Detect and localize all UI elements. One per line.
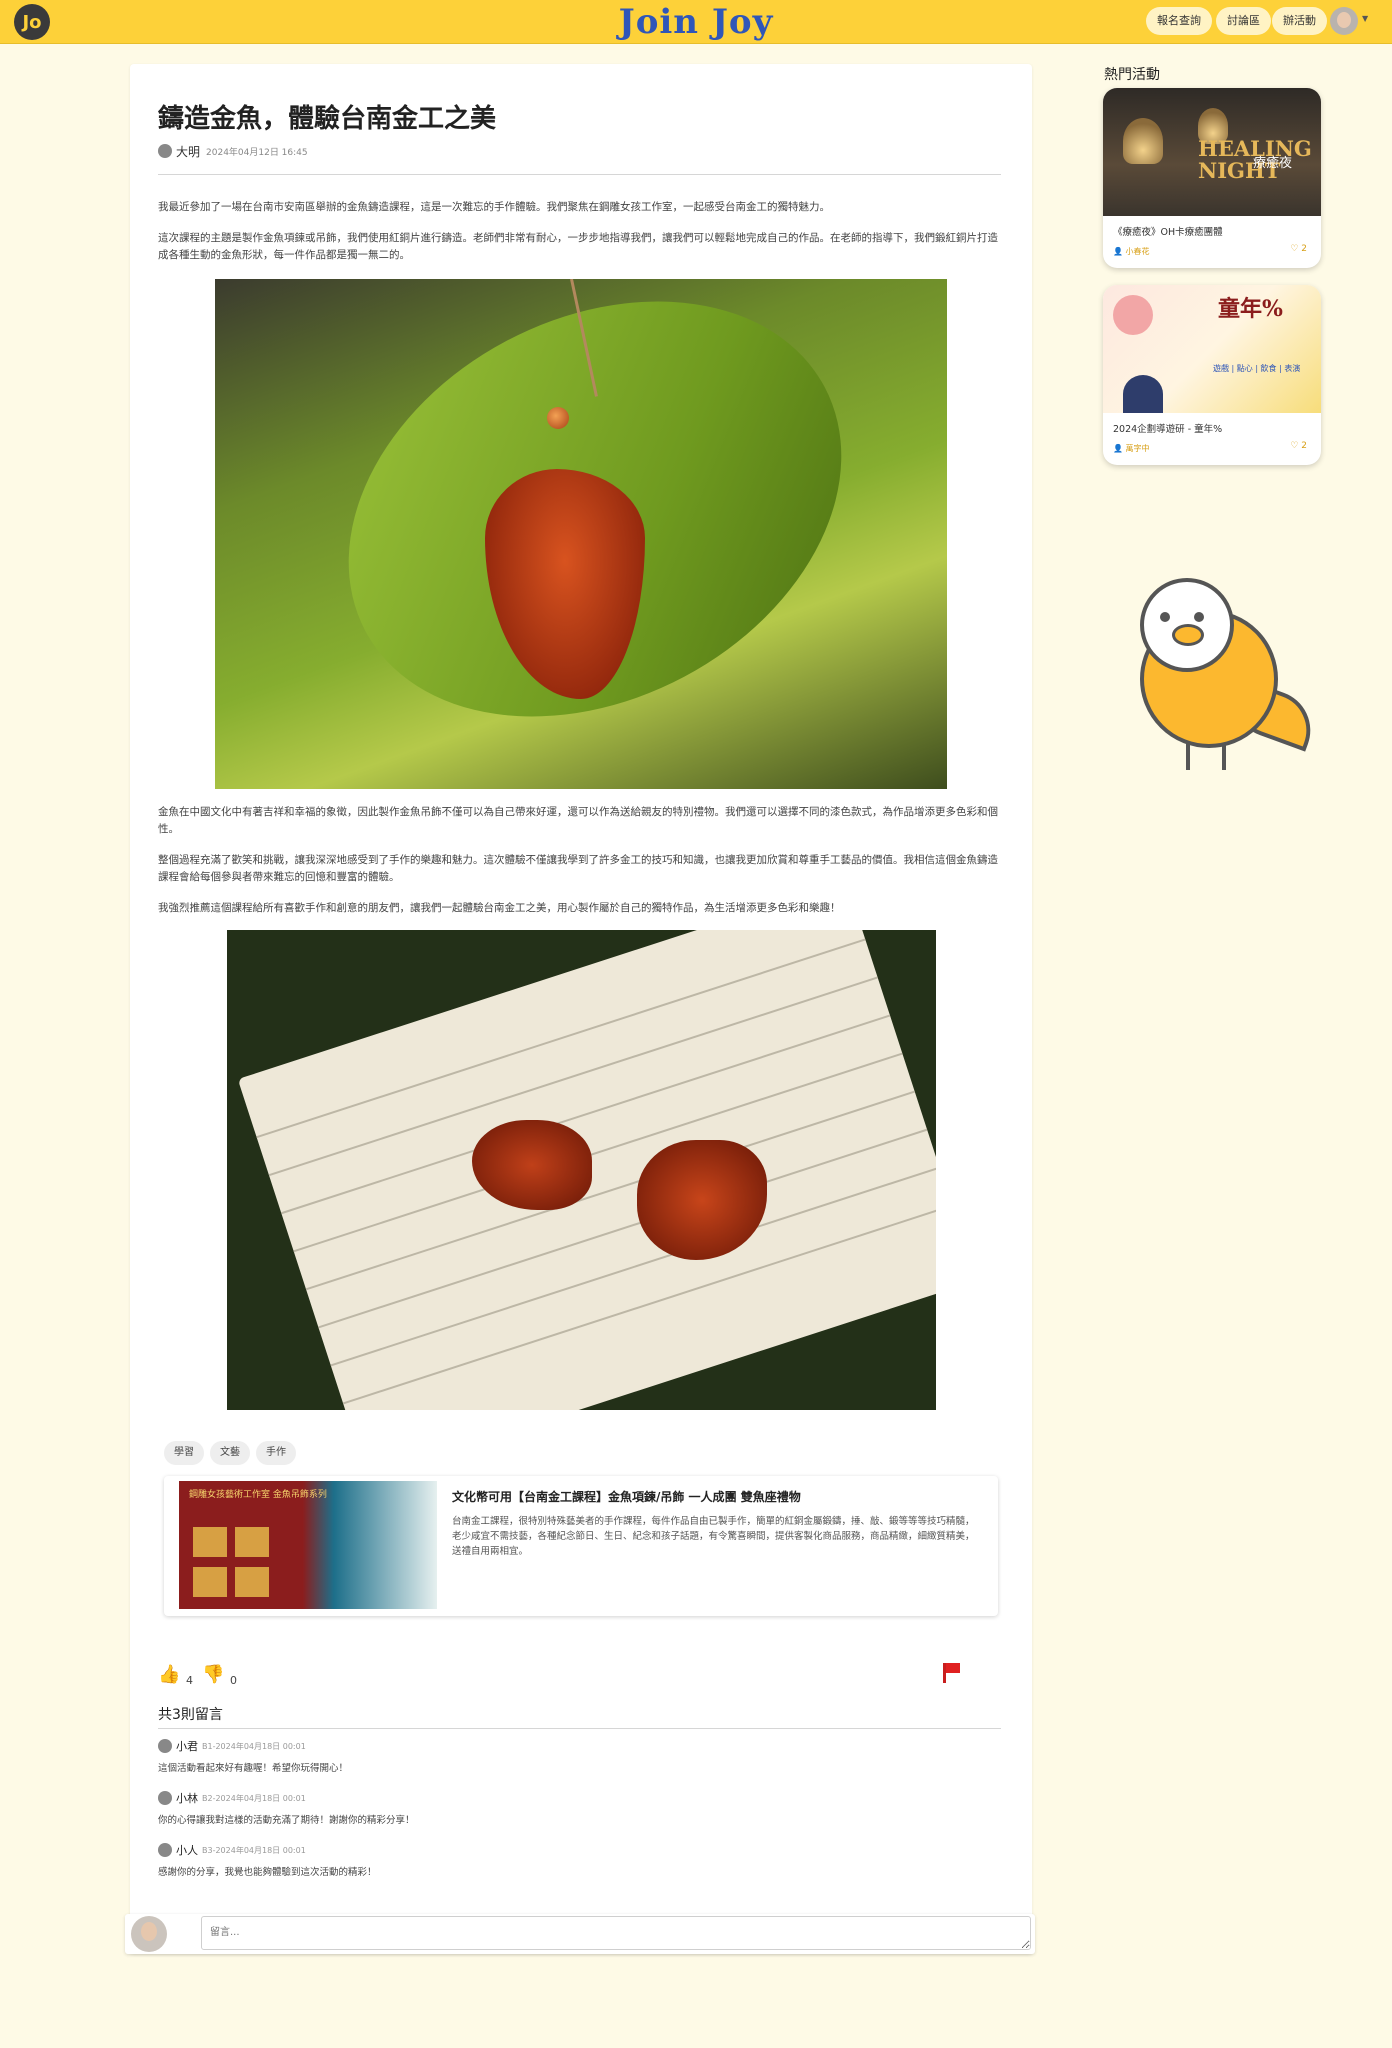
comment-text: 感謝你的分享，我覺也能夠體驗到這次活動的精彩！ [158,1867,377,1878]
comments-heading: 共3則留言 [158,1707,223,1723]
comment-header: 小人 B3-2024年04月18日 00:01 [158,1842,306,1858]
divider [158,1728,1001,1729]
report-flag-icon[interactable] [943,1663,960,1683]
heart-icon[interactable]: ♡ 2 [1290,244,1307,254]
heart-icon[interactable]: ♡ 2 [1290,441,1307,451]
event-banner: 童年% 遊戲 | 點心 | 飲食 | 表演 [1103,285,1321,413]
article-card: 鑄造金魚，體驗台南金工之美 大明 2024年04月12日 16:45 我最近參加… [130,64,1032,1954]
like-count: 4 [186,1674,193,1687]
comment-header: 小君 B1-2024年04月18日 00:01 [158,1738,306,1754]
comment-meta: B2-2024年04月18日 00:01 [202,1793,306,1803]
commenter-avatar[interactable] [158,1843,172,1857]
author-row: 大明 2024年04月12日 16:45 [158,142,308,160]
event-card[interactable]: 童年% 遊戲 | 點心 | 飲食 | 表演 2024企劃導遊研 - 童年% 👤 … [1103,285,1321,465]
top-navbar: Jo Join Joy 報名查詢 討論區 辦活動 ▼ [0,0,1392,44]
event-banner: HEALING NIGHT 療癒夜 [1103,88,1321,216]
comment-text: 你的心得讓我對這樣的活動充滿了期待！謝謝你的精彩分享！ [158,1815,415,1826]
goldfish-book-photo [227,930,936,1410]
article-title: 鑄造金魚，體驗台南金工之美 [158,104,497,134]
divider [158,174,1001,175]
paragraph: 我強烈推薦這個課程給所有喜歡手作和創意的朋友們，讓我們一起體驗台南金工之美，用心… [158,902,841,914]
post-date: 2024年04月12日 16:45 [206,147,308,158]
link-preview-card[interactable]: 鋼雕女孩藝術工作室 金魚吊飾系列 文化幣可用【台南金工課程】金魚項鍊/吊飾 一人… [164,1476,998,1616]
comment-text: 這個活動看起來好有趣喔！希望你玩得開心！ [158,1763,349,1774]
paragraph: 我最近參加了一場在台南市安南區舉辦的金魚鑄造課程，這是一次難忘的手作體驗。我們聚… [158,201,830,213]
paragraph: 這次課程的主題是製作金魚項鍊或吊飾，我們使用紅銅片進行鑄造。老師們非常有耐心，一… [158,232,998,261]
comment-meta: B3-2024年04月18日 00:01 [202,1845,306,1855]
nav-registration-lookup[interactable]: 報名查詢 [1146,7,1212,35]
dislike-count: 0 [230,1674,237,1687]
link-description: 台南金工課程，很特別特殊藝美者的手作課程，每件作品自由已製手作，簡單的紅銅金屬鍛… [452,1516,975,1557]
commenter-name[interactable]: 小君 [176,1738,198,1754]
tag-handmade[interactable]: 手作 [256,1441,296,1465]
event-name[interactable]: 2024企劃導遊研 - 童年% [1113,421,1222,435]
comment-input[interactable] [201,1916,1031,1950]
comment-meta: B1-2024年04月18日 00:01 [202,1741,306,1751]
commenter-name[interactable]: 小林 [176,1790,198,1806]
commenter-avatar[interactable] [158,1739,172,1753]
link-thumbnail: 鋼雕女孩藝術工作室 金魚吊飾系列 [179,1481,437,1609]
author-name[interactable]: 大明 [176,143,200,160]
author-avatar[interactable] [158,144,172,158]
current-user-avatar [131,1916,167,1952]
commenter-avatar[interactable] [158,1791,172,1805]
paragraph: 金魚在中國文化中有著吉祥和幸福的象徵，因此製作金魚吊飾不僅可以為自己帶來好運，還… [158,806,998,835]
event-host: 👤 萬字中 [1113,444,1150,453]
user-avatar[interactable] [1330,7,1358,35]
tag-arts[interactable]: 文藝 [210,1441,250,1465]
comment-header: 小林 B2-2024年04月18日 00:01 [158,1790,306,1806]
link-title[interactable]: 文化幣可用【台南金工課程】金魚項鍊/吊飾 一人成團 雙魚座禮物 [452,1488,801,1505]
event-name[interactable]: 《療癒夜》OH卡療癒團體 [1113,224,1223,238]
chevron-down-icon[interactable]: ▼ [1362,14,1368,23]
tag-learning[interactable]: 學習 [164,1441,204,1465]
sidebar-title: 熱門活動 [1104,67,1160,83]
event-host: 👤 小春花 [1113,247,1150,256]
goldfish-leaf-photo [215,279,947,789]
event-card[interactable]: HEALING NIGHT 療癒夜 《療癒夜》OH卡療癒團體 👤 小春花 ♡ 2 [1103,88,1321,268]
thumbs-up-icon[interactable]: 👍 [158,1664,180,1685]
paragraph: 整個過程充滿了歡笑和挑戰，讓我深深地感受到了手作的樂趣和魅力。這次體驗不僅讓我學… [158,854,998,883]
thumbs-down-icon[interactable]: 👎 [202,1664,224,1685]
commenter-name[interactable]: 小人 [176,1842,198,1858]
comment-input-row [125,1914,1035,1954]
nav-host-event[interactable]: 辦活動 [1272,7,1327,35]
nav-forum[interactable]: 討論區 [1216,7,1271,35]
